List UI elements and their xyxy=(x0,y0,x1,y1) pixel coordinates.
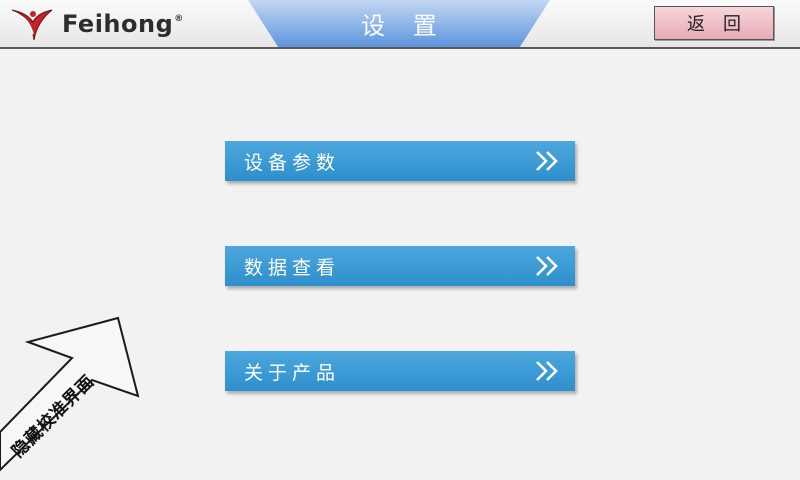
about-product-button[interactable]: 关于产品 xyxy=(225,351,575,391)
back-button[interactable]: 返回 xyxy=(654,6,774,40)
brand-logo: Feihong® xyxy=(10,4,184,44)
double-chevron-right-icon xyxy=(536,361,558,381)
page-title: 设 置 xyxy=(361,12,447,40)
device-parameters-label: 设备参数 xyxy=(244,151,341,174)
feihong-bird-icon xyxy=(11,9,53,41)
device-parameters-button[interactable]: 设备参数 xyxy=(225,141,575,181)
double-chevron-right-icon xyxy=(536,256,558,276)
registered-mark: ® xyxy=(174,14,184,24)
double-chevron-right-icon xyxy=(536,151,558,171)
brand-name: Feihong® xyxy=(62,10,184,38)
data-view-label: 数据查看 xyxy=(244,256,341,279)
data-view-button[interactable]: 数据查看 xyxy=(225,246,575,286)
header-bar: Feihong® 设 置 返回 xyxy=(0,0,800,49)
about-product-label: 关于产品 xyxy=(244,361,341,384)
